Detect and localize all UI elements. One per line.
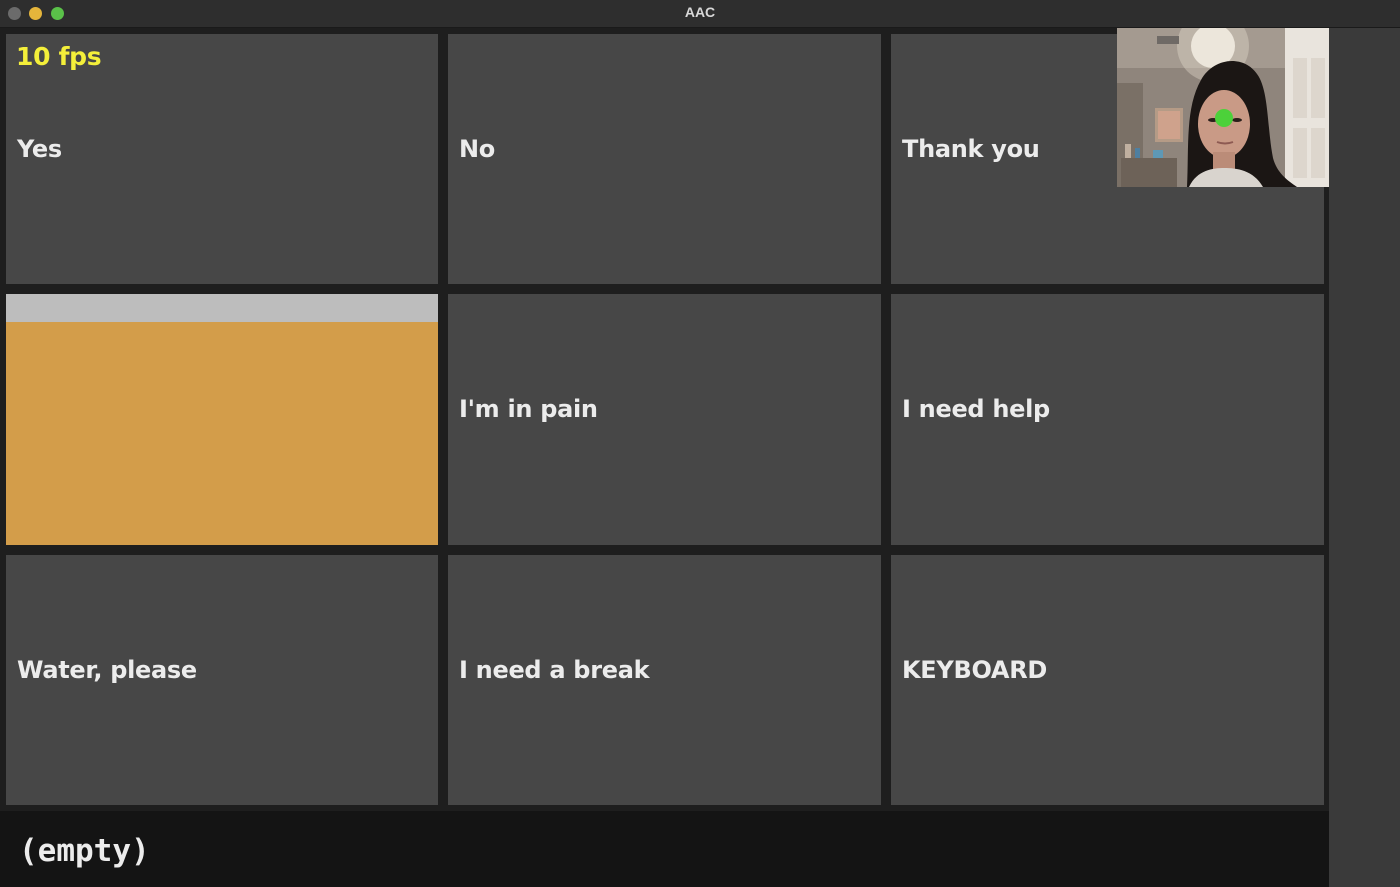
tile-label: Water, please	[17, 656, 197, 684]
tile-keyboard[interactable]: KEYBOARD	[891, 555, 1324, 805]
tile-i-need-help[interactable]: I need help	[891, 294, 1324, 545]
tile-label: KEYBOARD	[902, 656, 1047, 684]
tile-yes[interactable]: Yes	[6, 34, 438, 284]
tile-label: Thank you	[902, 135, 1040, 163]
dwell-progress-bar	[6, 294, 438, 322]
output-bar: (empty)	[0, 811, 1329, 887]
window-margin	[1329, 28, 1400, 887]
window-title: AAC	[684, 4, 716, 20]
camera-feed-image	[1117, 28, 1329, 187]
tile-no[interactable]: No	[448, 34, 881, 284]
output-text: (empty)	[19, 833, 150, 869]
tile-label: Yes	[17, 135, 62, 163]
tile-i-need-a-break[interactable]: I need a break	[448, 555, 881, 805]
tile-label: No	[459, 135, 495, 163]
gaze-indicator-dot	[1215, 109, 1233, 127]
app-window: AAC Yes No Thank you I'm in pain I need …	[0, 0, 1400, 887]
tile-label: I need help	[902, 395, 1050, 423]
tile-water-please[interactable]: Water, please	[6, 555, 438, 805]
camera-preview	[1117, 28, 1329, 187]
tile-label: I'm in pain	[459, 395, 598, 423]
tile-im-in-pain[interactable]: I'm in pain	[448, 294, 881, 545]
title-bar: AAC	[0, 0, 1400, 28]
tile-label: I need a break	[459, 656, 650, 684]
tile-selected[interactable]	[6, 294, 438, 545]
fps-counter: 10 fps	[16, 42, 102, 71]
